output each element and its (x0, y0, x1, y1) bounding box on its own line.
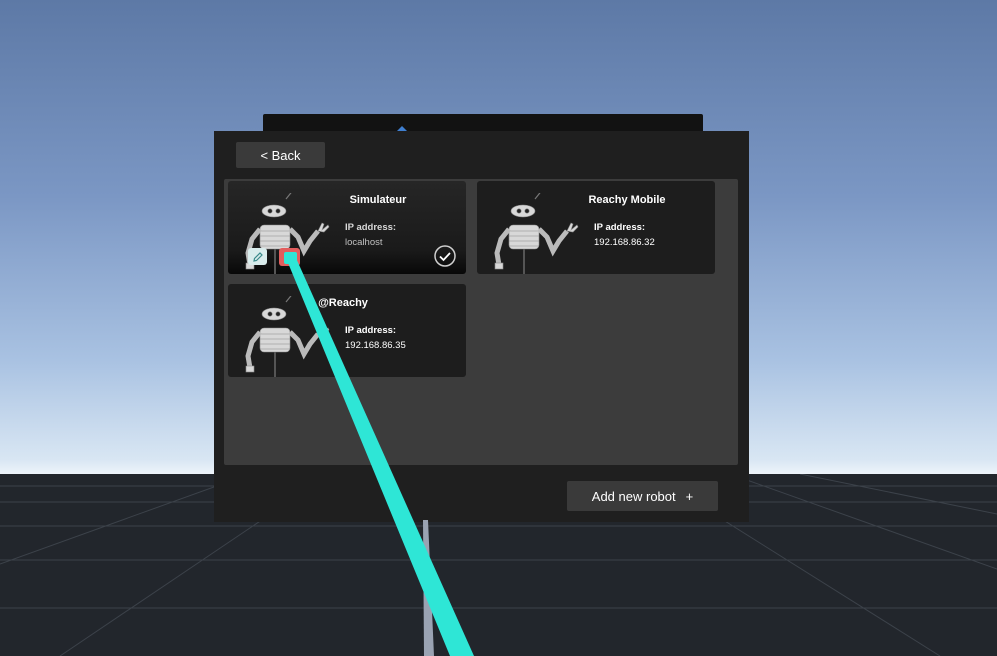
robot-name: @Reachy (318, 297, 368, 309)
add-robot-label: Add new robot (591, 488, 676, 504)
controller-stick (423, 520, 434, 656)
robot-list[interactable]: Simulateur IP address: localhost Reachy … (224, 179, 738, 465)
delete-icon (285, 252, 294, 262)
robot-card-simulateur[interactable]: Simulateur IP address: localhost (228, 181, 466, 274)
robot-name: Simulateur (349, 194, 407, 206)
add-robot-button[interactable]: Add new robot + (567, 481, 718, 511)
ip-label: IP address: (594, 222, 646, 233)
edit-button[interactable] (248, 248, 267, 265)
robot-card-reachy[interactable]: @Reachy IP address: 192.168.86.35 (228, 284, 466, 377)
robot-card-reachy-mobile[interactable]: Reachy Mobile IP address: 192.168.86.32 (477, 181, 715, 274)
delete-button[interactable] (279, 248, 300, 266)
ip-label: IP address: (345, 222, 397, 233)
vr-scene: < Back Simulateur IP address: localhost … (0, 0, 997, 656)
robot-name: Reachy Mobile (588, 194, 666, 206)
back-button[interactable]: < Back (236, 142, 325, 168)
back-button-label: < Back (260, 147, 301, 163)
ip-value: 192.168.86.35 (345, 340, 406, 351)
ip-label: IP address: (345, 325, 397, 336)
check-icon (434, 245, 456, 267)
ip-value: 192.168.86.32 (594, 237, 655, 248)
edit-icon (252, 251, 263, 262)
robot-selection-panel: < Back Simulateur IP address: localhost … (214, 131, 749, 522)
plus-icon: + (685, 488, 694, 504)
ip-value: localhost (345, 237, 383, 248)
